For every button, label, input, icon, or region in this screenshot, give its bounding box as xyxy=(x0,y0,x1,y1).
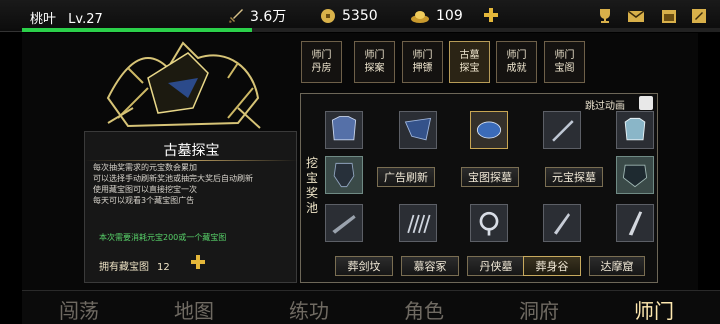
ring-icon xyxy=(479,211,499,236)
ingot-stat: 109 xyxy=(410,6,463,26)
action-button-1[interactable]: 宝图探墓 xyxy=(461,167,519,187)
reward-pool-panel: 跳过动画 挖宝奖池 广告刷新 宝图探墓 元宝探墓 葬剑坟 慕容冢 丹侠墓 葬身谷 达摩窟 xyxy=(300,93,658,283)
tab-0[interactable]: 师门丹房 xyxy=(301,41,342,83)
skip-animation-checkbox[interactable] xyxy=(639,96,653,110)
power-value: 3.6万 xyxy=(250,9,287,25)
tab-3[interactable]: 古墓探宝 xyxy=(449,41,490,83)
tomb-button-1[interactable]: 慕容冢 xyxy=(401,256,459,276)
mail-icon[interactable] xyxy=(627,8,645,24)
rules-text: 每次抽奖需求的元宝数会累加 可以选择手动刷新奖池或抽完大奖后自动刷新 使用藏宝图… xyxy=(93,162,253,206)
reward-slot[interactable] xyxy=(543,204,581,242)
bottom-navigation: 闯荡 地图 练功 角色 洞府 师门 xyxy=(22,290,720,324)
coin-icon xyxy=(321,9,335,23)
experience-fill xyxy=(22,28,253,32)
rule-line: 可以选择手动刷新奖池或抽完大奖后自动刷新 xyxy=(93,174,253,183)
action-button-0[interactable]: 广告刷新 xyxy=(377,167,435,187)
map-count-value: 12 xyxy=(157,262,170,273)
reward-slot[interactable] xyxy=(470,111,508,149)
cloth-icon xyxy=(404,117,432,141)
reward-slot[interactable] xyxy=(616,111,654,149)
map-count-label: 拥有藏宝图 xyxy=(99,262,149,273)
ingot-icon xyxy=(411,11,429,23)
helmet-icon xyxy=(333,162,355,188)
reward-slot[interactable] xyxy=(616,156,654,194)
chest-armor-icon xyxy=(624,117,646,141)
tab-label: 古墓探宝 xyxy=(459,50,480,74)
player-name: 桃叶 xyxy=(30,12,57,27)
experience-bar xyxy=(22,28,720,32)
nav-item-3[interactable]: 角色 xyxy=(379,295,469,324)
reward-slot[interactable] xyxy=(325,111,363,149)
sword-icon xyxy=(552,120,574,142)
reward-slot[interactable] xyxy=(616,204,654,242)
title-divider xyxy=(85,160,298,161)
tab-label: 师门成就 xyxy=(506,50,527,74)
pool-side-label: 挖宝奖池 xyxy=(305,156,318,215)
nav-item-4[interactable]: 洞府 xyxy=(494,295,584,324)
description-panel: 古墓探宝 每次抽奖需求的元宝数会累加 可以选择手动刷新奖池或抽完大奖后自动刷新 … xyxy=(84,131,298,283)
tab-label: 师门宝阁 xyxy=(554,50,575,74)
mask-icon xyxy=(622,164,648,188)
tomb-hero-illustration xyxy=(106,41,261,129)
add-ingot-button[interactable] xyxy=(484,8,498,22)
tab-label: 师门探案 xyxy=(364,50,385,74)
rod-icon xyxy=(332,214,356,234)
tomb-button-4[interactable]: 达摩窟 xyxy=(589,256,645,276)
claw-icon xyxy=(407,214,431,234)
settings-icon[interactable] xyxy=(690,8,708,24)
trophy-icon[interactable] xyxy=(596,8,614,24)
tomb-button-2[interactable]: 丹侠墓 xyxy=(467,256,525,276)
rule-line: 每天可以观看3个藏宝图广告 xyxy=(93,196,195,205)
tab-label: 师门丹房 xyxy=(311,50,332,74)
reward-slot[interactable] xyxy=(399,204,437,242)
cost-note: 本次需要消耗元宝200或一个藏宝图 xyxy=(99,233,227,242)
player-level: Lv.27 xyxy=(68,12,103,27)
calendar-icon[interactable] xyxy=(660,8,678,24)
nav-item-0[interactable]: 闯荡 xyxy=(34,295,124,324)
action-button-2[interactable]: 元宝探墓 xyxy=(545,167,603,187)
nav-item-5[interactable]: 师门 xyxy=(609,295,699,324)
add-map-button[interactable] xyxy=(191,255,205,269)
rule-line: 使用藏宝图可以直接挖宝一次 xyxy=(93,185,197,194)
ingot-value: 109 xyxy=(436,8,463,24)
skip-animation-label: 跳过动画 xyxy=(585,101,625,112)
rule-line: 每次抽奖需求的元宝数会累加 xyxy=(93,163,197,172)
tab-label: 师门押镖 xyxy=(412,50,433,74)
tab-2[interactable]: 师门押镖 xyxy=(402,41,443,83)
map-count: 拥有藏宝图 12 xyxy=(99,258,170,273)
saber-icon xyxy=(628,211,643,236)
nav-item-2[interactable]: 练功 xyxy=(264,295,354,324)
armor-icon xyxy=(331,116,357,141)
reward-slot[interactable] xyxy=(325,204,363,242)
sword-icon xyxy=(229,9,243,23)
coin-stat: 5350 xyxy=(320,6,378,26)
orb-icon xyxy=(476,121,502,139)
reward-slot[interactable] xyxy=(543,111,581,149)
tomb-button-3[interactable]: 葬身谷 xyxy=(523,256,581,276)
reward-slot[interactable] xyxy=(325,156,363,194)
panel-title: 古墓探宝 xyxy=(163,143,220,159)
reward-slot[interactable] xyxy=(470,204,508,242)
coin-value: 5350 xyxy=(342,8,378,24)
tomb-button-0[interactable]: 葬剑坟 xyxy=(335,256,393,276)
dagger-icon xyxy=(553,213,571,235)
power-stat: 3.6万 xyxy=(228,6,286,26)
player-info[interactable]: 桃叶 Lv.27 xyxy=(30,8,103,27)
tab-5[interactable]: 师门宝阁 xyxy=(544,41,585,83)
tab-4[interactable]: 师门成就 xyxy=(496,41,537,83)
nav-item-1[interactable]: 地图 xyxy=(149,295,239,324)
tab-1[interactable]: 师门探案 xyxy=(354,41,395,83)
reward-slot[interactable] xyxy=(399,111,437,149)
